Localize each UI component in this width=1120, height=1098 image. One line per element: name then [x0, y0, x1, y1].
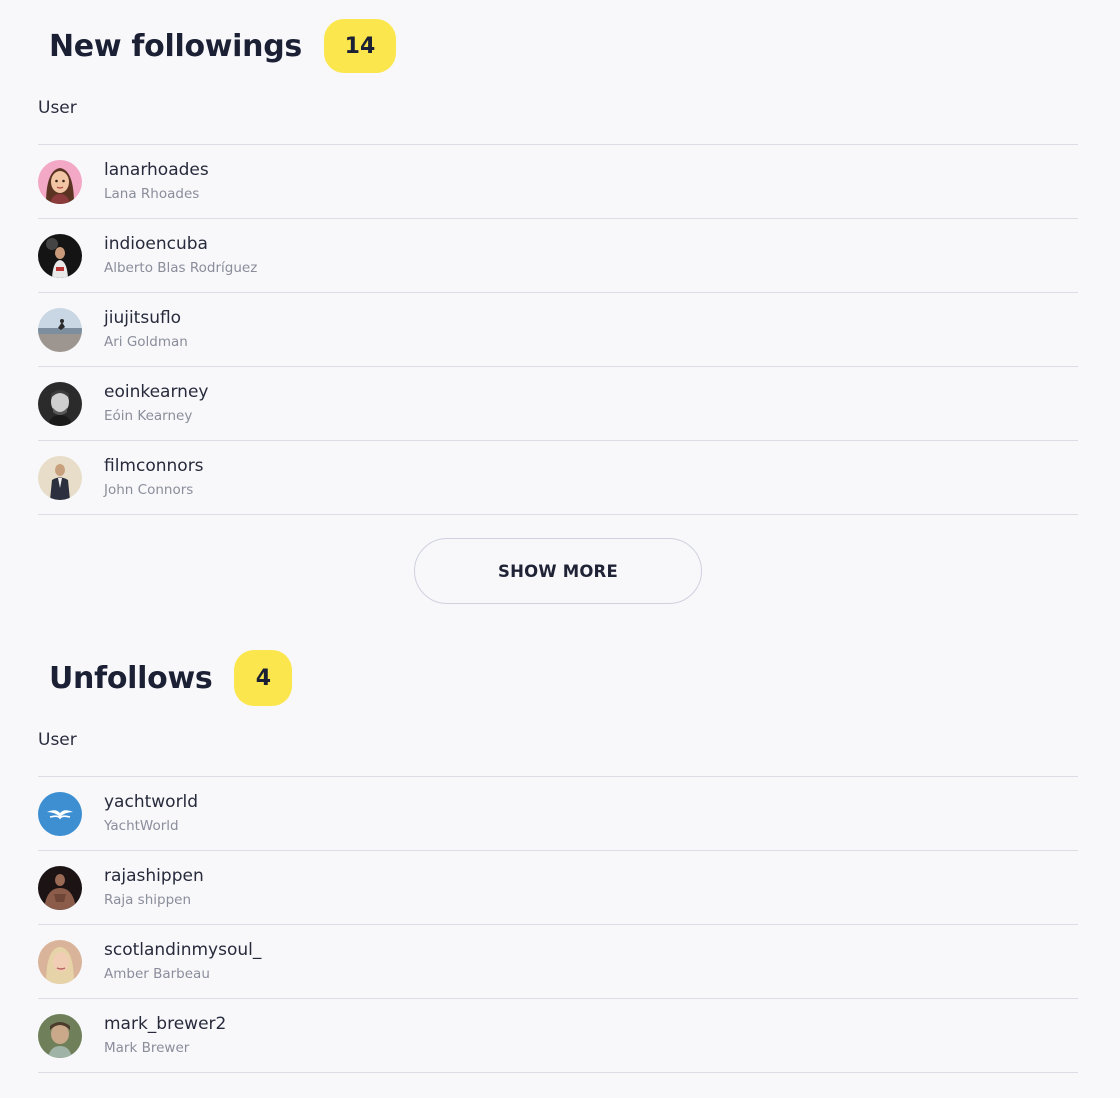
user-info: jiujitsuflo Ari Goldman: [104, 307, 188, 352]
username[interactable]: filmconnors: [104, 455, 204, 477]
full-name: Mark Brewer: [104, 1040, 190, 1056]
new-followings-section: New followings 14 User lanarhoades Lana …: [38, 18, 1078, 604]
user-info: rajashippen Raja shippen: [104, 865, 204, 910]
unfollows-title: Unfollows: [49, 660, 213, 696]
full-name: Alberto Blas Rodríguez: [104, 260, 258, 276]
avatar-photo-man-outdoor-icon[interactable]: [38, 1013, 82, 1058]
full-name: Eóin Kearney: [104, 408, 193, 424]
user-info: filmconnors John Connors: [104, 455, 204, 500]
list-item[interactable]: scotlandinmysoul_ Amber Barbeau: [38, 925, 1078, 999]
new-followings-list: lanarhoades Lana Rhoades indioencuba Alb…: [38, 145, 1078, 515]
list-item[interactable]: lanarhoades Lana Rhoades: [38, 145, 1078, 219]
list-item[interactable]: indioencuba Alberto Blas Rodríguez: [38, 219, 1078, 293]
list-item[interactable]: rajashippen Raja shippen: [38, 851, 1078, 925]
avatar-photo-beach-icon[interactable]: [38, 307, 82, 352]
username[interactable]: lanarhoades: [104, 159, 209, 181]
full-name: John Connors: [104, 482, 194, 498]
unfollows-header: Unfollows 4: [38, 650, 1078, 706]
username[interactable]: mark_brewer2: [104, 1013, 226, 1035]
username[interactable]: indioencuba: [104, 233, 257, 255]
user-info: mark_brewer2 Mark Brewer: [104, 1013, 226, 1058]
avatar-yachtworld-logo-icon[interactable]: [38, 791, 82, 836]
list-item[interactable]: mark_brewer2 Mark Brewer: [38, 999, 1078, 1073]
user-info: yachtworld YachtWorld: [104, 791, 198, 836]
list-item[interactable]: jiujitsuflo Ari Goldman: [38, 293, 1078, 367]
full-name: YachtWorld: [104, 818, 179, 834]
list-item[interactable]: eoinkearney Eóin Kearney: [38, 367, 1078, 441]
new-followings-title: New followings: [49, 28, 302, 64]
full-name: Amber Barbeau: [104, 966, 210, 982]
new-followings-header: New followings 14: [38, 18, 1078, 74]
username[interactable]: eoinkearney: [104, 381, 208, 403]
unfollows-section: Unfollows 4 User yachtworld YachtWorld r…: [38, 650, 1078, 1073]
unfollows-column-header: User: [38, 722, 1078, 777]
user-info: eoinkearney Eóin Kearney: [104, 381, 208, 426]
avatar-cartoon-woman-icon[interactable]: [38, 159, 82, 204]
avatar-photo-man-suit-icon[interactable]: [38, 455, 82, 500]
avatar-photo-man-muscular-icon[interactable]: [38, 865, 82, 910]
show-more-button[interactable]: SHOW MORE: [414, 538, 702, 604]
avatar-photo-bw-man-icon[interactable]: [38, 381, 82, 426]
unfollows-count-badge: 4: [234, 650, 293, 706]
username[interactable]: yachtworld: [104, 791, 198, 813]
full-name: Ari Goldman: [104, 334, 188, 350]
username[interactable]: jiujitsuflo: [104, 307, 188, 329]
avatar-photo-woman-blonde-icon[interactable]: [38, 939, 82, 984]
username[interactable]: scotlandinmysoul_: [104, 939, 261, 961]
new-followings-count-badge: 14: [323, 19, 396, 73]
list-item[interactable]: filmconnors John Connors: [38, 441, 1078, 515]
full-name: Raja shippen: [104, 892, 192, 908]
username[interactable]: rajashippen: [104, 865, 204, 887]
user-info: lanarhoades Lana Rhoades: [104, 159, 209, 204]
unfollows-list: yachtworld YachtWorld rajashippen Raja s…: [38, 777, 1078, 1073]
new-followings-column-header: User: [38, 90, 1078, 145]
list-item[interactable]: yachtworld YachtWorld: [38, 777, 1078, 851]
show-more-container: SHOW MORE: [38, 538, 1078, 604]
user-info: scotlandinmysoul_ Amber Barbeau: [104, 939, 261, 984]
full-name: Lana Rhoades: [104, 186, 200, 202]
avatar-photo-man-dark-icon[interactable]: [38, 233, 82, 278]
user-info: indioencuba Alberto Blas Rodríguez: [104, 233, 257, 278]
